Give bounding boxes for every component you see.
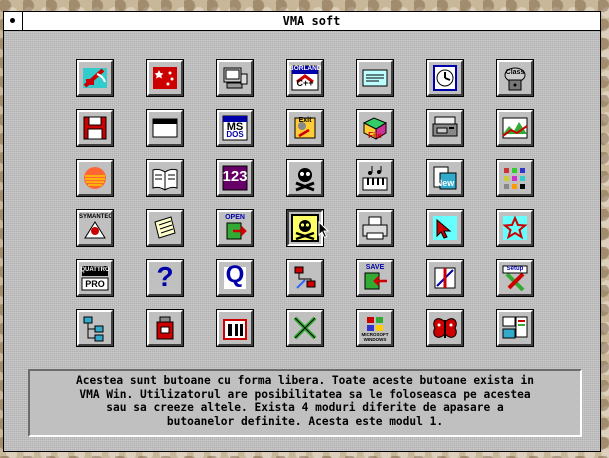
button-label: SYMANTEC [79,214,113,220]
new-document-button[interactable]: New [426,159,464,197]
music-piano-button[interactable] [356,159,394,197]
windows-logo-button[interactable]: MICROSOFT WINDOWS [356,309,394,347]
computer-monitor-icon [223,67,248,89]
description-line: Acestea sunt butoane cu forma libera. To… [75,374,534,387]
description-line: sau sa creeze altele. Exista 4 moduri di… [106,401,504,414]
button-label: New [435,178,455,188]
landscape-chart-icon [502,117,528,139]
skull-crossbones-button[interactable] [286,159,324,197]
red-jar-icon [156,316,174,340]
button-label: PRO [85,279,105,289]
question-mark-button[interactable]: ? [146,259,184,297]
sunset-ball-button[interactable] [76,159,114,197]
desktop-setup-icon [502,316,528,339]
button-label: DOS [226,130,244,139]
mouse-cursor-icon [318,221,330,239]
compress-arrows-icon [434,267,456,289]
system-menu-button[interactable] [4,12,23,30]
card-file-icon [362,69,388,87]
window-title: VMA soft [282,14,341,28]
clock-icon [433,65,457,91]
cursor-arrow-button[interactable] [426,209,464,247]
red-star-icon [502,215,528,240]
window-button[interactable] [146,109,184,147]
q-letter-button[interactable]: Q [216,259,254,297]
window-icon [152,118,178,138]
floppy-disk-icon [83,116,107,140]
printer-fax-button[interactable] [426,109,464,147]
music-piano-icon [362,166,388,191]
printer-fax-icon [432,116,458,137]
sunset-ball-icon [84,167,106,189]
quattro-pro-button[interactable]: QUATTRO PRO [76,259,114,297]
button-label: SAVE [365,264,385,271]
printer-icon [362,216,388,240]
paint-palette-icon [83,68,107,88]
org-chart-button[interactable] [76,309,114,347]
red-jar-button[interactable] [146,309,184,347]
button-label: BORLAND [289,65,322,72]
color-palette-icon [504,168,525,189]
file-cabinet-button[interactable]: File [356,109,394,147]
cursor-arrow-icon [433,216,457,240]
open-book-button[interactable] [146,159,184,197]
symantec-button[interactable]: SYMANTEC [76,209,114,247]
x-letter-icon [293,316,317,340]
open-book-icon [152,168,178,191]
button-label: ? [156,261,174,292]
system-menu-icon [10,18,15,23]
button-label: Class [505,69,525,76]
setup-tools-button[interactable]: Setup [496,259,534,297]
exit-door-button[interactable]: Exit [286,109,324,147]
button-label: Setup [506,266,524,272]
description-panel: Acestea sunt butoane cu forma libera. To… [28,369,582,437]
button-label: File [368,131,382,140]
borland-cpp-button[interactable]: BORLAND C++ [286,59,324,97]
notepad-icon [154,216,176,239]
save-file-button[interactable]: SAVE [356,259,394,297]
network-computer-button[interactable] [286,259,324,297]
x-letter-button[interactable] [286,309,324,347]
clock-button[interactable] [426,59,464,97]
red-flag-stars-icon [153,67,177,89]
description-line: butoanelor definite. Acesta este modul 1… [166,414,444,428]
toolbox-icon [223,319,247,340]
open-file-button[interactable]: OPEN [216,209,254,247]
computer-monitor-button[interactable] [216,59,254,97]
button-label: QUATTRO [80,267,110,273]
toolbox-button[interactable] [216,309,254,347]
ms-dos-button[interactable]: MS DOS [216,109,254,147]
button-label: Q [225,261,245,288]
compress-arrows-button[interactable] [426,259,464,297]
color-palette-button[interactable] [496,159,534,197]
landscape-chart-button[interactable] [496,109,534,147]
card-file-button[interactable] [356,59,394,97]
butterfly-button[interactable] [426,309,464,347]
button-label: OPEN [225,214,245,221]
button-label: 123 [222,168,248,185]
number-123-button[interactable]: 123 [216,159,254,197]
button-label: C++ [296,78,314,88]
class-lock-button[interactable]: Class [496,59,534,97]
paint-palette-button[interactable] [76,59,114,97]
floppy-disk-button[interactable] [76,109,114,147]
red-flag-stars-button[interactable] [146,59,184,97]
description-line: VMA Win. Utilizatorul are posibilitatea … [79,387,531,401]
skull-crossbones-icon [295,168,315,192]
network-computer-icon [294,266,316,289]
butterfly-icon [433,318,457,338]
notepad-button[interactable] [146,209,184,247]
printer-button[interactable] [356,209,394,247]
title-bar[interactable]: VMA soft [4,12,600,31]
main-window: VMA soft BORLAND C++ Class MS DOS Exit File 123… [3,11,601,452]
skull-selected-icon [291,214,319,242]
org-chart-icon [83,316,104,342]
button-label: Exit [298,117,312,124]
red-star-button[interactable] [496,209,534,247]
desktop-setup-button[interactable] [496,309,534,347]
button-label: WINDOWS [363,337,387,342]
